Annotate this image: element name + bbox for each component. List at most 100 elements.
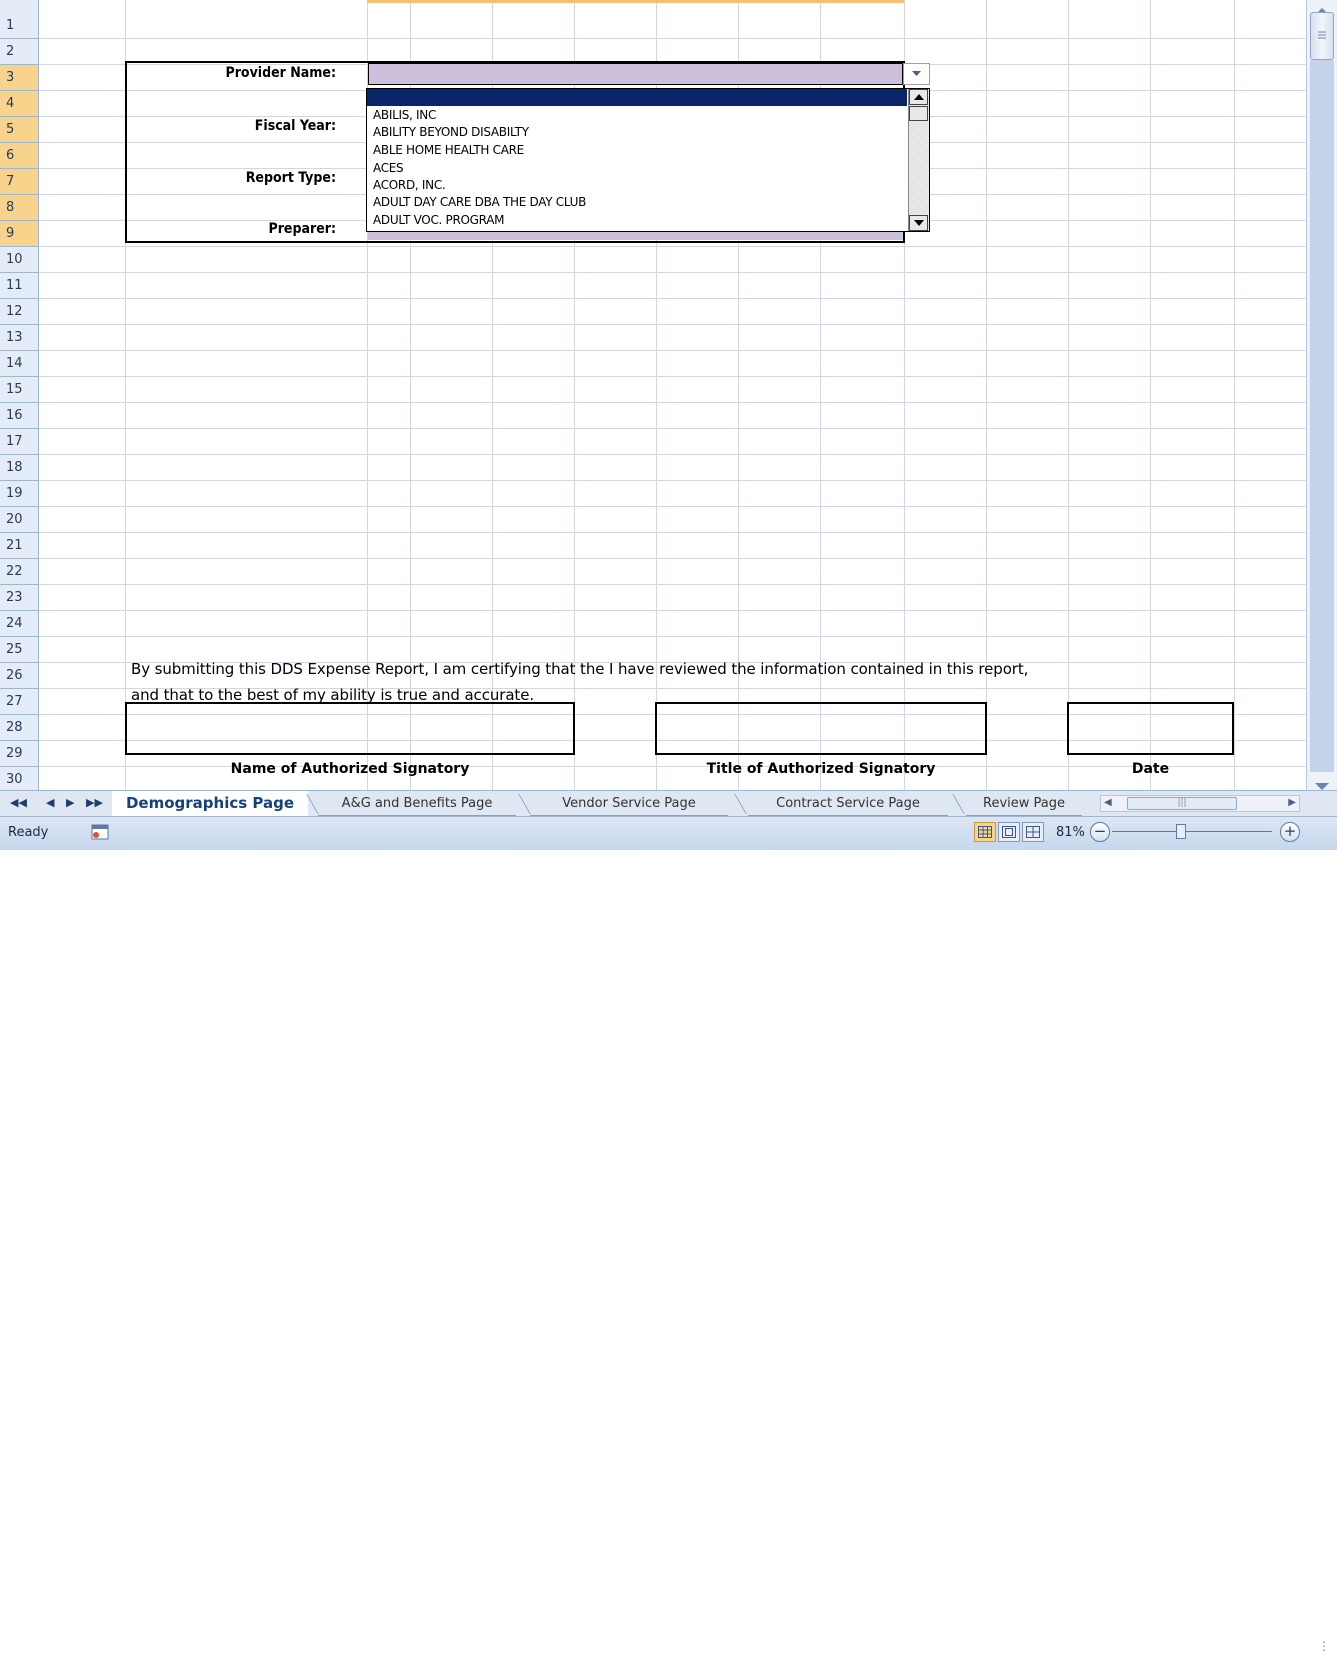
grid-view-icon — [978, 826, 992, 838]
row-header[interactable]: 2 — [0, 39, 38, 65]
row-header[interactable]: 23 — [0, 585, 38, 611]
last-sheet-icon[interactable]: ▶▶ — [86, 796, 103, 809]
zoom-in-button[interactable]: + — [1280, 822, 1300, 842]
sheet-tab-bar: ◀◀ ◀ ▶ ▶▶ Demographics Page A&G and Bene… — [0, 790, 1337, 816]
grid-row-line — [0, 376, 1306, 377]
dropdown-scroll-thumb[interactable] — [909, 106, 928, 121]
grid-row-line — [0, 532, 1306, 533]
row-header[interactable]: 10 — [0, 247, 38, 273]
grid-row-line — [0, 428, 1306, 429]
scroll-down-button[interactable] — [909, 215, 928, 231]
signatory-title-box[interactable] — [655, 702, 987, 755]
dropdown-selected-item[interactable] — [367, 89, 907, 106]
dropdown-option[interactable]: ABLE HOME HEALTH CARE — [373, 143, 524, 157]
row-header[interactable]: 4 — [0, 91, 38, 117]
horizontal-scroll-thumb[interactable]: ||| — [1127, 797, 1237, 810]
zoom-slider-track[interactable] — [1112, 831, 1272, 832]
vertical-scrollbar[interactable] — [1306, 0, 1337, 790]
row-header[interactable]: 8 — [0, 195, 38, 221]
tab-ag-benefits[interactable]: A&G and Benefits Page — [318, 791, 516, 816]
row-header[interactable]: 6 — [0, 143, 38, 169]
dropdown-option[interactable]: ABILITY BEYOND DISABILTY — [373, 125, 529, 139]
page-break-view-button[interactable] — [1022, 822, 1044, 842]
row-header[interactable]: 3 — [0, 65, 38, 91]
dropdown-option[interactable]: ADULT DAY CARE DBA THE DAY CLUB — [373, 195, 586, 209]
row-header[interactable]: 20 — [0, 507, 38, 533]
macro-recording-icon[interactable] — [91, 823, 109, 841]
row-header[interactable]: 12 — [0, 299, 38, 325]
certification-line-1: By submitting this DDS Expense Report, I… — [131, 660, 1029, 678]
column-header-highlight — [410, 0, 492, 3]
grid-row-line — [0, 454, 1306, 455]
row-header[interactable]: 22 — [0, 559, 38, 585]
arrow-down-icon — [913, 220, 924, 226]
first-sheet-icon[interactable]: ◀◀ — [10, 796, 27, 809]
dropdown-scrollbar[interactable] — [908, 89, 929, 231]
row-header[interactable]: 18 — [0, 455, 38, 481]
provider-name-label: Provider Name: — [225, 65, 336, 81]
grid-column-line — [1150, 0, 1151, 790]
row-header[interactable]: 16 — [0, 403, 38, 429]
status-text: Ready — [8, 825, 49, 840]
chevron-down-icon — [912, 71, 921, 76]
row-header[interactable]: 1 — [0, 13, 38, 39]
horizontal-scrollbar[interactable]: ◀ ||| ▶ — [1100, 795, 1300, 812]
dropdown-option[interactable]: ACES — [373, 161, 404, 175]
row-header[interactable]: 7 — [0, 169, 38, 195]
dropdown-option[interactable]: ABILIS, INC — [373, 108, 436, 122]
vertical-scroll-thumb[interactable] — [1310, 12, 1334, 60]
page-break-icon — [1026, 826, 1040, 838]
scroll-left-icon[interactable]: ◀ — [1104, 797, 1112, 808]
scroll-right-icon[interactable]: ▶ — [1288, 797, 1296, 808]
dropdown-option[interactable]: ADULT VOC. PROGRAM — [373, 213, 505, 227]
dropdown-option[interactable]: ACORD, INC. — [373, 178, 446, 192]
row-header[interactable]: 17 — [0, 429, 38, 455]
page-layout-view-button[interactable] — [998, 822, 1020, 842]
column-header-highlight — [738, 0, 820, 3]
worksheet-grid[interactable]: 1 2 3 4 5 6 7 8 9 10 11 12 13 14 15 16 17 18 19 20 21 22 23 24 2… — [0, 0, 1306, 790]
provider-dropdown-list[interactable]: ABILIS, INC ABILITY BEYOND DISABILTY ABL… — [366, 88, 930, 232]
zoom-slider-thumb[interactable] — [1176, 824, 1186, 839]
signature-date-box[interactable] — [1067, 702, 1234, 755]
row-header[interactable]: 13 — [0, 325, 38, 351]
zoom-out-button[interactable]: − — [1090, 822, 1110, 842]
vertical-scroll-track[interactable] — [1310, 60, 1334, 772]
next-sheet-icon[interactable]: ▶ — [66, 796, 74, 809]
scroll-up-button[interactable] — [909, 89, 928, 105]
column-header-highlight — [820, 0, 904, 3]
date-caption: Date — [1131, 761, 1170, 777]
row-header[interactable]: 25 — [0, 637, 38, 663]
tab-review[interactable]: Review Page — [966, 791, 1082, 816]
tab-divider — [952, 794, 965, 814]
tab-demographics[interactable]: Demographics Page — [112, 791, 308, 816]
row-header[interactable]: 11 — [0, 273, 38, 299]
signatory-name-box[interactable] — [125, 702, 575, 755]
report-type-label: Report Type: — [245, 170, 336, 186]
tab-vendor-service[interactable]: Vendor Service Page — [530, 791, 728, 816]
grid-row-line — [0, 402, 1306, 403]
row-header[interactable]: 24 — [0, 611, 38, 637]
resize-grip-icon[interactable]: ⋮ — [1318, 1639, 1330, 1653]
tab-contract-service[interactable]: Contract Service Page — [748, 791, 948, 816]
row-header[interactable]: 30 — [0, 767, 38, 790]
row-header[interactable]: 29 — [0, 741, 38, 767]
grid-row-line — [0, 610, 1306, 611]
row-header[interactable]: 14 — [0, 351, 38, 377]
dropdown-arrow-button[interactable] — [903, 63, 930, 85]
zoom-percentage[interactable]: 81% — [1056, 825, 1085, 840]
tab-divider — [518, 794, 531, 814]
grid-row-line — [0, 506, 1306, 507]
row-header[interactable]: 19 — [0, 481, 38, 507]
row-header[interactable]: 21 — [0, 533, 38, 559]
grid-column-line — [1234, 0, 1235, 790]
row-header[interactable]: 26 — [0, 663, 38, 689]
row-header[interactable]: 28 — [0, 715, 38, 741]
prev-sheet-icon[interactable]: ◀ — [46, 796, 54, 809]
row-header[interactable]: 15 — [0, 377, 38, 403]
row-header[interactable]: 5 — [0, 117, 38, 143]
row-header[interactable]: 27 — [0, 689, 38, 715]
normal-view-button[interactable] — [974, 822, 996, 842]
provider-name-field[interactable] — [368, 63, 903, 85]
grid-row-line — [0, 298, 1306, 299]
row-header[interactable]: 9 — [0, 221, 38, 247]
